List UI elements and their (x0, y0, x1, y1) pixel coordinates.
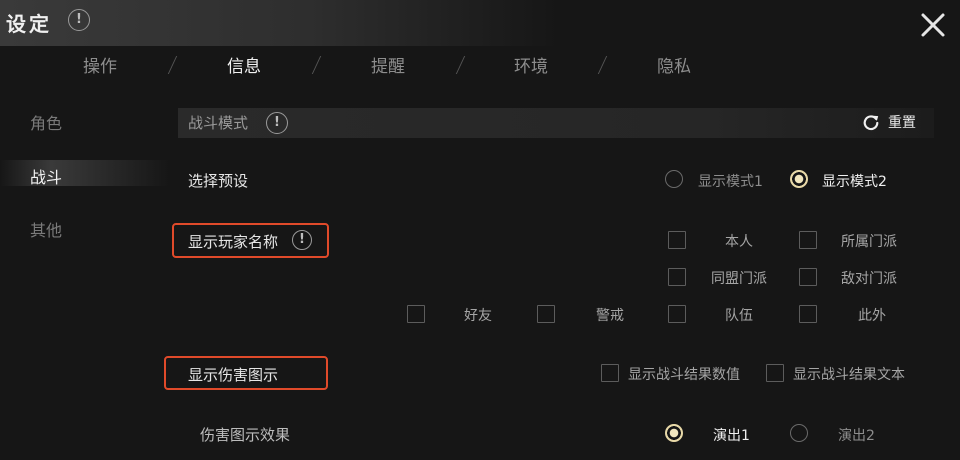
checkbox-label-result-value: 显示战斗结果数值 (628, 367, 740, 383)
refresh-icon (863, 115, 879, 131)
section-header (178, 108, 934, 138)
preset-option-mode2[interactable]: 显示模式2 (822, 171, 887, 191)
tab-separator (311, 56, 322, 74)
checkbox-result-value[interactable] (601, 364, 619, 382)
checkbox-label-enemy-guild: 敌对门派 (841, 271, 897, 287)
effect-radio-2[interactable] (790, 424, 808, 442)
info-icon[interactable]: ! (68, 9, 90, 31)
checkbox-result-text[interactable] (766, 364, 784, 382)
tab-reminder[interactable]: 提醒 (371, 52, 405, 77)
damage-label: 显示伤害图示 (188, 366, 279, 384)
checkbox-party[interactable] (668, 305, 686, 323)
sidebar-active-highlight (0, 160, 170, 186)
window-title: 设定 (6, 12, 52, 36)
player-names-label: 显示玩家名称 (188, 233, 279, 251)
reset-button[interactable]: 重置 (862, 112, 916, 132)
checkbox-enemy-guild[interactable] (799, 268, 817, 286)
close-icon[interactable] (918, 10, 948, 40)
checkbox-label-party: 队伍 (725, 308, 753, 324)
checkbox-label-self: 本人 (725, 234, 753, 250)
checkbox-label-friend: 好友 (464, 308, 492, 324)
damage-effect-label: 伤害图示效果 (200, 426, 291, 444)
info-icon[interactable]: ! (266, 112, 288, 134)
tab-separator (167, 56, 178, 74)
checkbox-label-alert: 警戒 (596, 308, 624, 324)
tab-operation[interactable]: 操作 (83, 52, 117, 77)
preset-option-mode1[interactable]: 显示模式1 (698, 171, 763, 191)
checkbox-label-ally-guild: 同盟门派 (711, 271, 767, 287)
preset-radio-mode2[interactable] (790, 170, 808, 188)
effect-option-2[interactable]: 演出2 (838, 425, 875, 445)
sidebar-item-character[interactable]: 角色 (30, 110, 62, 134)
sidebar-item-battle[interactable]: 战斗 (30, 164, 62, 188)
checkbox-alert[interactable] (537, 305, 555, 323)
checkbox-label-own-guild: 所属门派 (841, 234, 897, 250)
tab-info[interactable]: 信息 (227, 52, 261, 77)
checkbox-own-guild[interactable] (799, 231, 817, 249)
tab-privacy[interactable]: 隐私 (657, 52, 691, 77)
checkbox-self[interactable] (668, 231, 686, 249)
tab-separator (455, 56, 466, 74)
reset-label: 重置 (888, 115, 916, 131)
section-title: 战斗模式 (188, 114, 249, 132)
effect-radio-1[interactable] (665, 424, 683, 442)
sidebar-item-other[interactable]: 其他 (30, 217, 62, 241)
checkbox-label-others: 此外 (858, 308, 886, 324)
tab-separator (597, 56, 608, 74)
checkbox-others[interactable] (799, 305, 817, 323)
effect-option-1[interactable]: 演出1 (713, 425, 750, 445)
preset-radio-mode1[interactable] (665, 170, 683, 188)
tab-environment[interactable]: 环境 (514, 52, 548, 77)
info-icon[interactable]: ! (292, 230, 312, 250)
tab-bar: 操作 信息 提醒 环境 隐私 (0, 52, 760, 88)
checkbox-friend[interactable] (407, 305, 425, 323)
checkbox-label-result-text: 显示战斗结果文本 (793, 367, 905, 383)
checkbox-ally-guild[interactable] (668, 268, 686, 286)
preset-label: 选择预设 (188, 172, 249, 190)
